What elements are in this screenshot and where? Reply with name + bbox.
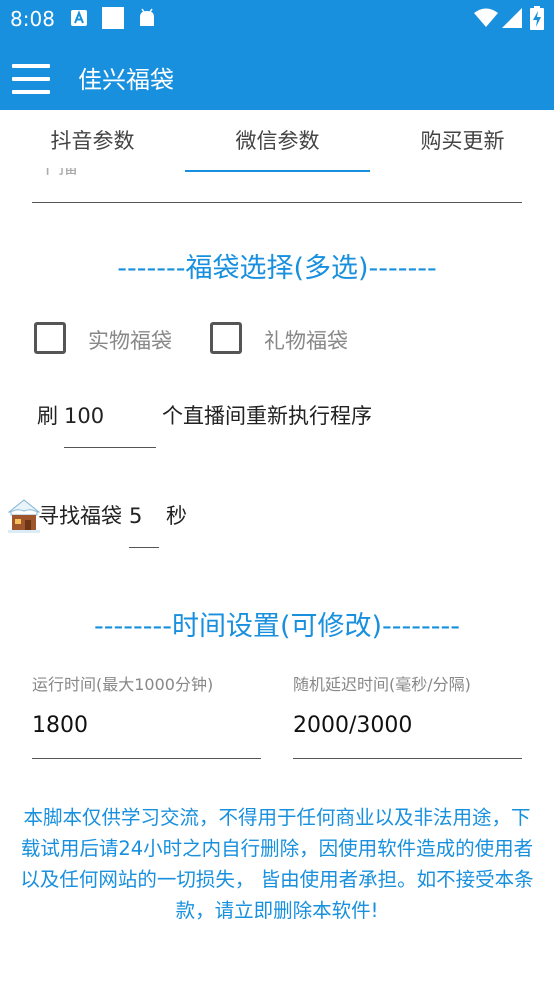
refresh-count-input[interactable]: 100 bbox=[64, 401, 104, 431]
signal-icon bbox=[502, 8, 522, 28]
physical-bag-label[interactable]: 实物福袋 bbox=[88, 326, 172, 356]
run-time-underline bbox=[32, 758, 261, 759]
clipped-field: 下播 bbox=[38, 168, 98, 180]
seconds-unit-label: 秒 bbox=[166, 504, 187, 528]
random-delay-input[interactable]: 2000/3000 bbox=[293, 710, 412, 742]
time-section-title: --------时间设置(可修改)-------- bbox=[94, 611, 460, 642]
android-icon bbox=[140, 8, 154, 26]
random-delay-label: 随机延迟时间(毫秒/分隔) bbox=[293, 675, 471, 694]
tab-purchase-update[interactable]: 购买更新 bbox=[370, 124, 554, 158]
physical-bag-checkbox[interactable] bbox=[34, 322, 66, 354]
search-seconds-input[interactable]: 5 bbox=[129, 501, 142, 531]
house-icon bbox=[7, 499, 41, 533]
refresh-count-underline bbox=[64, 447, 156, 448]
run-time-label: 运行时间(最大1000分钟) bbox=[32, 675, 214, 694]
search-bag-label: 寻找福袋 bbox=[38, 504, 122, 528]
lucky-bag-section-title: -------福袋选择(多选)------- bbox=[117, 253, 437, 284]
tab-douyin-params[interactable]: 抖音参数 bbox=[0, 124, 185, 158]
field-underline bbox=[32, 202, 522, 203]
app-title: 佳兴福袋 bbox=[78, 66, 174, 94]
gift-bag-label[interactable]: 礼物福袋 bbox=[264, 326, 348, 356]
tab-wechat-params[interactable]: 微信参数 bbox=[185, 124, 370, 158]
search-seconds-underline bbox=[129, 547, 159, 548]
tab-indicator bbox=[185, 170, 370, 172]
wifi-icon bbox=[474, 8, 498, 27]
gift-bag-checkbox[interactable] bbox=[210, 322, 242, 354]
font-a-icon bbox=[71, 10, 87, 26]
white-square-icon bbox=[102, 7, 124, 29]
random-delay-underline bbox=[293, 758, 522, 759]
hamburger-menu-icon[interactable] bbox=[12, 64, 50, 96]
status-time: 8:08 bbox=[10, 7, 55, 31]
disclaimer-text: 本脚本仅供学习交流，不得用于任何商业以及非法用途，下载试用后请24小时之内自行删… bbox=[20, 806, 534, 922]
refresh-suffix: 个直播间重新执行程序 bbox=[162, 404, 372, 428]
refresh-prefix: 刷 bbox=[37, 404, 58, 428]
run-time-input[interactable]: 1800 bbox=[32, 710, 88, 742]
battery-charging-icon bbox=[530, 6, 544, 30]
